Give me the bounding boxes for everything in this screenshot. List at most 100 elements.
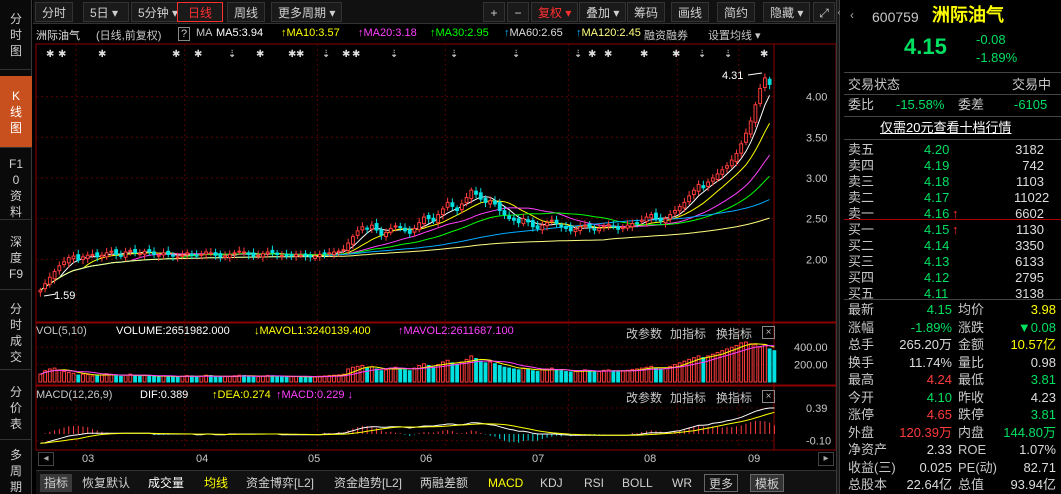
volume-bar <box>76 374 81 383</box>
volume-bar <box>578 370 583 383</box>
candle-body <box>369 224 374 230</box>
candle-body <box>322 252 327 255</box>
candle-body <box>62 261 66 266</box>
stat-label: ROE <box>958 442 987 457</box>
indicator-menu-button[interactable]: 指标 <box>40 474 73 492</box>
volume-bar <box>66 371 71 383</box>
order-diff-label: 委差 <box>958 97 985 112</box>
kdj-tab[interactable]: KDJ <box>540 474 563 492</box>
candle-body <box>701 185 706 189</box>
stat-label: 收益(三) <box>848 459 896 475</box>
panel-splitter[interactable] <box>836 0 840 494</box>
stat-value: 3.81 <box>1030 407 1056 422</box>
volume-bar <box>535 371 540 383</box>
stat-label: 总股本 <box>848 477 888 492</box>
macd-legend: MACD(12,26,9) DIF:0.389 ↑DEA:0.274 ↑MACD… <box>36 389 836 406</box>
candle-body <box>284 254 289 257</box>
collapse-quote-icon[interactable]: ‹ <box>850 6 854 24</box>
trade-status-label: 交易状态 <box>848 77 901 92</box>
candle-body <box>459 203 464 211</box>
vol-close-icon[interactable]: × <box>762 326 775 339</box>
volume-bar <box>379 370 384 383</box>
stat-value: 4.10 <box>926 389 952 405</box>
candle-body <box>706 181 710 187</box>
price-change: -0.08 <box>976 32 1006 47</box>
scroll-right-icon[interactable]: ▸ <box>818 452 834 466</box>
macd-tab[interactable]: MACD <box>488 474 523 492</box>
ma5-line <box>40 95 771 291</box>
stat-value: 1.07% <box>1019 442 1056 457</box>
bid-change-arrow-icon: ↑ <box>952 222 959 237</box>
volume-bar <box>289 376 294 383</box>
stat-label: 跌停 <box>958 407 985 422</box>
candle-body <box>663 218 668 224</box>
ma-tab[interactable]: 均线 <box>204 474 228 492</box>
stat-value: 11.74% <box>908 354 952 370</box>
vol-add-indicator-button[interactable]: 加指标 <box>670 325 706 342</box>
candle-body <box>431 217 436 222</box>
candle-body <box>76 254 81 261</box>
wr-tab[interactable]: WR <box>672 474 692 492</box>
candle-body <box>161 252 166 256</box>
candle-body <box>758 87 763 105</box>
more-indicators-button[interactable]: 更多 <box>704 474 739 492</box>
template-button[interactable]: 模板 <box>750 474 785 492</box>
volume-bar <box>483 362 488 383</box>
candle-body <box>336 250 341 253</box>
candle-body <box>592 228 597 231</box>
macd-params-button[interactable]: 改参数 <box>626 389 662 406</box>
volume-tab[interactable]: 成交量 <box>148 474 184 492</box>
price-change-pct: -1.89% <box>976 50 1018 65</box>
candle-body <box>526 219 531 223</box>
volume-bar <box>493 363 497 383</box>
margin-diff-tab[interactable]: 两融差额 <box>420 474 468 492</box>
macd-dea-value: DEA:0.274 <box>217 389 271 401</box>
stat-label: 净资产 <box>848 442 888 457</box>
macd-macd: ↑MACD:0.229 ↓ <box>276 389 354 401</box>
boll-tab[interactable]: BOLL <box>622 474 653 492</box>
fund-game-tab[interactable]: 资金博弈[L2] <box>246 474 314 492</box>
vol-switch-indicator-button[interactable]: 换指标 <box>716 325 752 342</box>
price-tick-label: 2.00 <box>806 254 827 266</box>
candle-body <box>710 177 715 182</box>
macd-add-indicator-button[interactable]: 加指标 <box>670 389 706 406</box>
fund-trend-tab[interactable]: 资金趋势[L2] <box>334 474 402 492</box>
candle-body <box>265 251 270 255</box>
volume-bar <box>156 376 161 383</box>
candle-body <box>440 208 445 216</box>
macd-switch-indicator-button[interactable]: 换指标 <box>716 389 752 406</box>
rsi-tab[interactable]: RSI <box>584 474 604 492</box>
volume-bar <box>559 370 564 383</box>
volume-bar <box>118 375 123 383</box>
dif-line <box>40 407 775 444</box>
candle-body <box>180 254 185 257</box>
candle-body <box>521 218 526 225</box>
volume-bar <box>616 371 621 383</box>
event-marker-icon: ✱ <box>588 49 596 60</box>
candle-body <box>204 251 209 255</box>
volume-bar <box>38 373 43 383</box>
volume-bar <box>369 366 374 383</box>
macd-close-icon[interactable]: × <box>762 390 775 403</box>
volume-bar <box>256 376 261 383</box>
candle-body <box>43 283 48 290</box>
volume-bar <box>384 369 388 383</box>
vol-params-button[interactable]: 改参数 <box>626 325 662 342</box>
level2-promo-link[interactable]: 仅需20元查看十档行情 <box>880 119 1011 137</box>
candle-body <box>109 250 114 253</box>
scroll-left-icon[interactable]: ◂ <box>38 452 54 466</box>
candle-body <box>213 252 218 256</box>
reset-default-tab[interactable]: 恢复默认 <box>82 474 130 492</box>
volume-bar <box>374 368 379 383</box>
candle-body <box>237 250 242 253</box>
volume-bar <box>251 376 256 383</box>
candle-body <box>654 212 658 220</box>
candle-body <box>549 219 554 222</box>
candle-body <box>166 250 171 255</box>
volume-bar <box>497 364 502 383</box>
candle-body <box>242 251 246 254</box>
volume-bar <box>275 375 280 383</box>
candle-body <box>677 205 682 212</box>
candle-body <box>332 251 336 255</box>
stat-value: 4.15 <box>926 302 952 317</box>
